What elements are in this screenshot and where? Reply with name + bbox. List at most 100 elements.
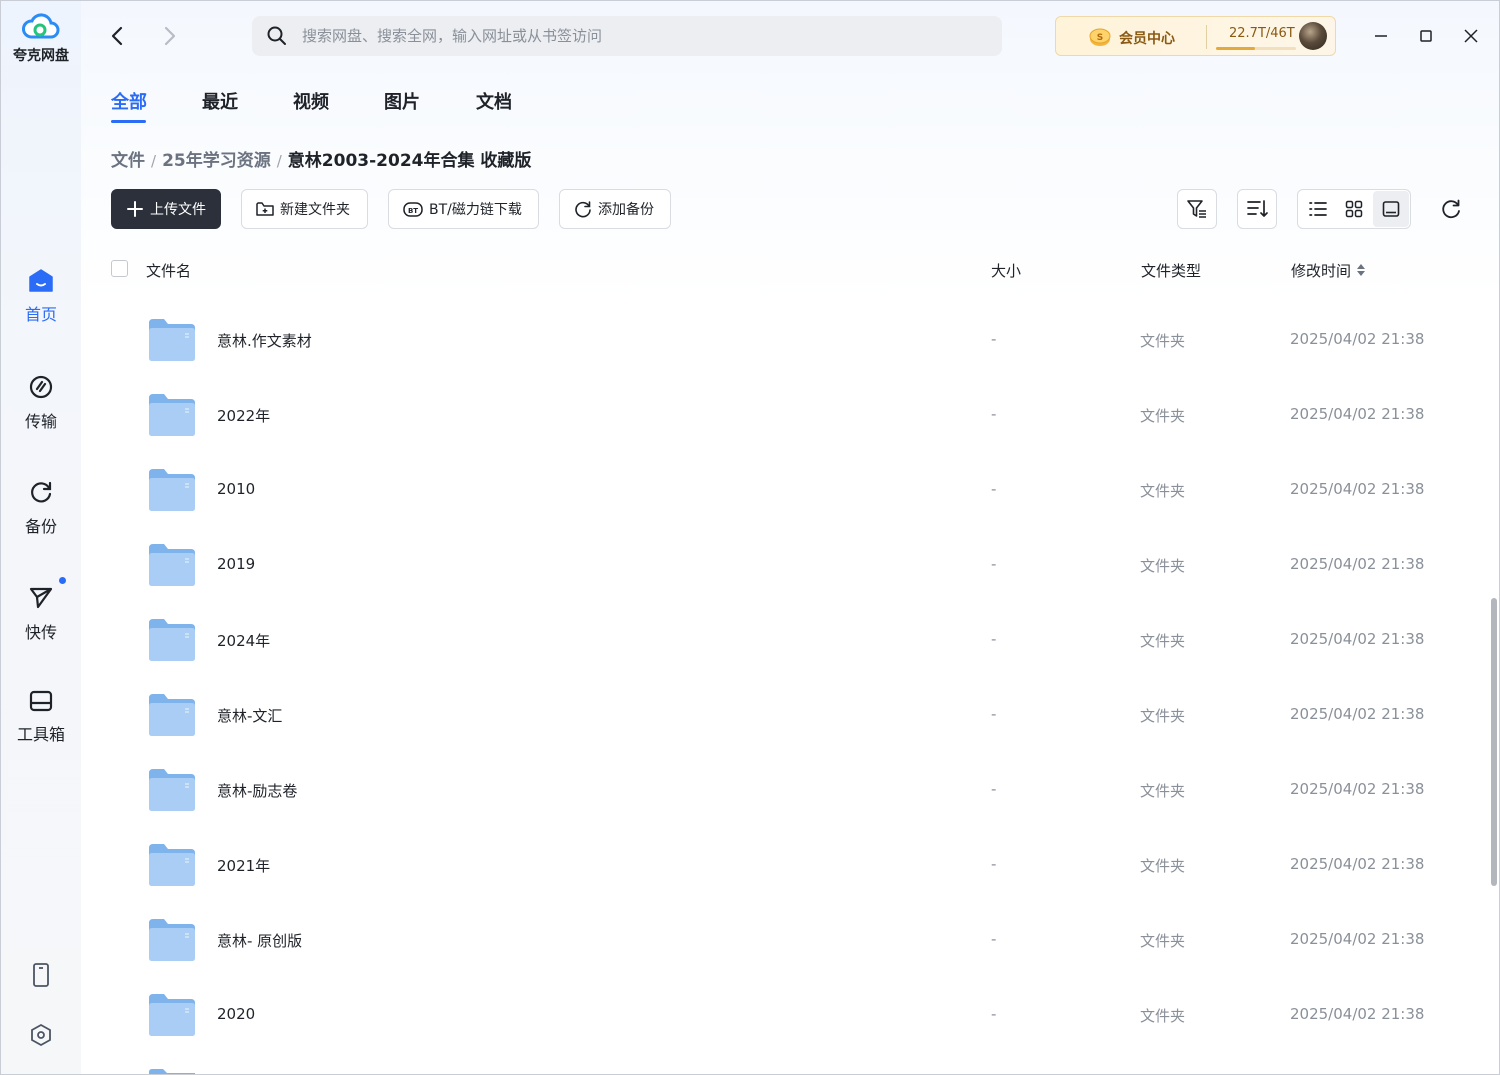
phone-button[interactable] bbox=[1, 963, 81, 987]
select-all-checkbox[interactable] bbox=[111, 260, 128, 277]
file-name[interactable]: 意林.作文素材 bbox=[217, 330, 312, 351]
tab-images[interactable]: 图片 bbox=[384, 88, 420, 114]
sort-button[interactable] bbox=[1237, 189, 1277, 229]
tab-video[interactable]: 视频 bbox=[293, 88, 329, 114]
send-icon bbox=[29, 587, 53, 609]
file-name[interactable]: 2019 bbox=[217, 555, 255, 573]
table-row[interactable]: 2019 - 文件夹 2025/04/02 21:38 bbox=[101, 527, 1481, 602]
file-size: - bbox=[991, 855, 997, 873]
scrollbar[interactable] bbox=[1491, 598, 1497, 886]
list-view-button[interactable] bbox=[1300, 191, 1336, 227]
toolbox-icon bbox=[29, 690, 53, 712]
file-modified: 2025/04/02 21:38 bbox=[1290, 780, 1425, 798]
refresh-icon bbox=[1442, 199, 1460, 219]
table-row[interactable]: 意林-励志卷 - 文件夹 2025/04/02 21:38 bbox=[101, 752, 1481, 827]
app-window: 夸克网盘 首页 传输 备份 快传 工具箱 搜索网盘、搜索全网，输入网址或从书签访… bbox=[0, 0, 1500, 1075]
file-modified: 2025/04/02 21:38 bbox=[1290, 405, 1425, 423]
storage-usage[interactable]: 22.7T/46T bbox=[1229, 26, 1295, 41]
refresh-button[interactable] bbox=[1438, 196, 1464, 222]
preview-icon bbox=[1382, 201, 1400, 217]
table-row[interactable]: 2010 - 文件夹 2025/04/02 21:38 bbox=[101, 452, 1481, 527]
breadcrumb-separator: / bbox=[276, 152, 282, 170]
file-name[interactable]: 2020 bbox=[217, 1005, 255, 1023]
table-row[interactable]: 2022年 - 文件夹 2025/04/02 21:38 bbox=[101, 377, 1481, 452]
svg-text:S: S bbox=[1097, 33, 1103, 43]
breadcrumb-item[interactable]: 25年学习资源 bbox=[162, 151, 271, 171]
file-name[interactable]: 2024年 bbox=[217, 630, 270, 651]
file-size: - bbox=[991, 405, 997, 423]
add-backup-button[interactable]: 添加备份 bbox=[559, 189, 671, 229]
breadcrumb-item[interactable]: 文件 bbox=[111, 151, 145, 171]
table-row[interactable]: 意林- 原创版 - 文件夹 2025/04/02 21:38 bbox=[101, 902, 1481, 977]
grid-icon bbox=[1345, 200, 1363, 218]
new-folder-button[interactable]: 新建文件夹 bbox=[241, 189, 368, 229]
file-name[interactable]: 意林- 原创版 bbox=[217, 930, 302, 951]
tab-active-indicator bbox=[111, 120, 146, 123]
filter-button[interactable] bbox=[1177, 189, 1217, 229]
sidebar-item-send[interactable]: 快传 bbox=[1, 577, 81, 643]
breadcrumb-current: 意林2003-2024年合集 收藏版 bbox=[287, 151, 532, 171]
breadcrumb: 文件 / 25年学习资源 / 意林2003-2024年合集 收藏版 bbox=[111, 146, 531, 171]
sort-arrows-icon[interactable] bbox=[1356, 263, 1366, 277]
file-modified: 2025/04/02 21:38 bbox=[1290, 555, 1425, 573]
sidebar-item-label: 备份 bbox=[24, 517, 57, 536]
settings-button[interactable] bbox=[1, 1023, 81, 1047]
preview-view-button[interactable] bbox=[1373, 191, 1409, 227]
back-button[interactable] bbox=[105, 23, 131, 49]
vip-label[interactable]: 会员中心 bbox=[1119, 28, 1175, 48]
search-icon bbox=[267, 26, 286, 45]
column-header-modified[interactable]: 修改时间 bbox=[1291, 260, 1351, 281]
column-header-name[interactable]: 文件名 bbox=[146, 260, 191, 281]
file-modified: 2025/04/02 21:38 bbox=[1290, 930, 1425, 948]
grid-view-button[interactable] bbox=[1336, 191, 1372, 227]
file-name[interactable]: 2010 bbox=[217, 480, 255, 498]
file-modified: 2025/04/02 21:38 bbox=[1290, 855, 1425, 873]
table-row[interactable]: 意林.作文素材 - 文件夹 2025/04/02 21:38 bbox=[101, 302, 1481, 377]
table-row[interactable]: 2021年 - 文件夹 2025/04/02 21:38 bbox=[101, 827, 1481, 902]
vip-center[interactable]: S 会员中心 22.7T/46T bbox=[1055, 16, 1336, 56]
avatar[interactable] bbox=[1299, 22, 1327, 50]
app-logo[interactable]: 夸克网盘 bbox=[1, 11, 81, 65]
forward-button[interactable] bbox=[156, 23, 182, 49]
minimize-button[interactable] bbox=[1369, 24, 1393, 48]
sidebar-item-toolbox[interactable]: 工具箱 bbox=[1, 689, 81, 745]
transfer-icon bbox=[29, 375, 53, 399]
tab-recent[interactable]: 最近 bbox=[202, 88, 238, 114]
bt-download-button[interactable]: BT BT/磁力链下载 bbox=[388, 189, 539, 229]
svg-text:BT: BT bbox=[408, 207, 418, 215]
folder-icon bbox=[149, 394, 195, 436]
file-size: - bbox=[991, 930, 997, 948]
search-bar[interactable] bbox=[252, 16, 1002, 56]
filter-icon bbox=[1187, 200, 1206, 218]
file-size: - bbox=[991, 555, 997, 573]
plus-icon bbox=[127, 201, 143, 217]
tab-all[interactable]: 全部 bbox=[111, 88, 147, 114]
table-row[interactable]: 2024年 - 文件夹 2025/04/02 21:38 bbox=[101, 602, 1481, 677]
notification-dot bbox=[59, 577, 66, 584]
close-icon bbox=[1464, 29, 1478, 43]
sidebar-item-backup[interactable]: 备份 bbox=[1, 479, 81, 537]
add-backup-label: 添加备份 bbox=[598, 202, 654, 218]
upload-button[interactable]: 上传文件 bbox=[111, 189, 221, 229]
file-modified: 2025/04/02 21:38 bbox=[1290, 330, 1425, 348]
sidebar-item-home[interactable]: 首页 bbox=[1, 269, 81, 325]
file-modified: 2025/04/02 21:38 bbox=[1290, 630, 1425, 648]
file-name[interactable]: 2022年 bbox=[217, 405, 270, 426]
file-name[interactable]: 2021年 bbox=[217, 855, 270, 876]
bt-download-label: BT/磁力链下载 bbox=[429, 202, 522, 218]
folder-icon bbox=[149, 694, 195, 736]
search-input[interactable] bbox=[302, 16, 982, 56]
file-size: - bbox=[991, 330, 997, 348]
sidebar-item-transfer[interactable]: 传输 bbox=[1, 374, 81, 432]
table-row[interactable]: 意林-文汇 - 文件夹 2025/04/02 21:38 bbox=[101, 677, 1481, 752]
close-button[interactable] bbox=[1459, 24, 1483, 48]
file-modified: 2025/04/02 21:38 bbox=[1290, 1005, 1425, 1023]
column-header-size[interactable]: 大小 bbox=[991, 260, 1021, 281]
file-name[interactable]: 意林-励志卷 bbox=[217, 780, 297, 801]
column-header-type[interactable]: 文件类型 bbox=[1141, 260, 1201, 281]
file-name[interactable]: 意林-文汇 bbox=[217, 705, 282, 726]
maximize-button[interactable] bbox=[1414, 24, 1438, 48]
table-row[interactable]: 2020 - 文件夹 2025/04/02 21:38 bbox=[101, 977, 1481, 1052]
view-mode-group bbox=[1297, 189, 1411, 229]
tab-documents[interactable]: 文档 bbox=[476, 88, 512, 114]
